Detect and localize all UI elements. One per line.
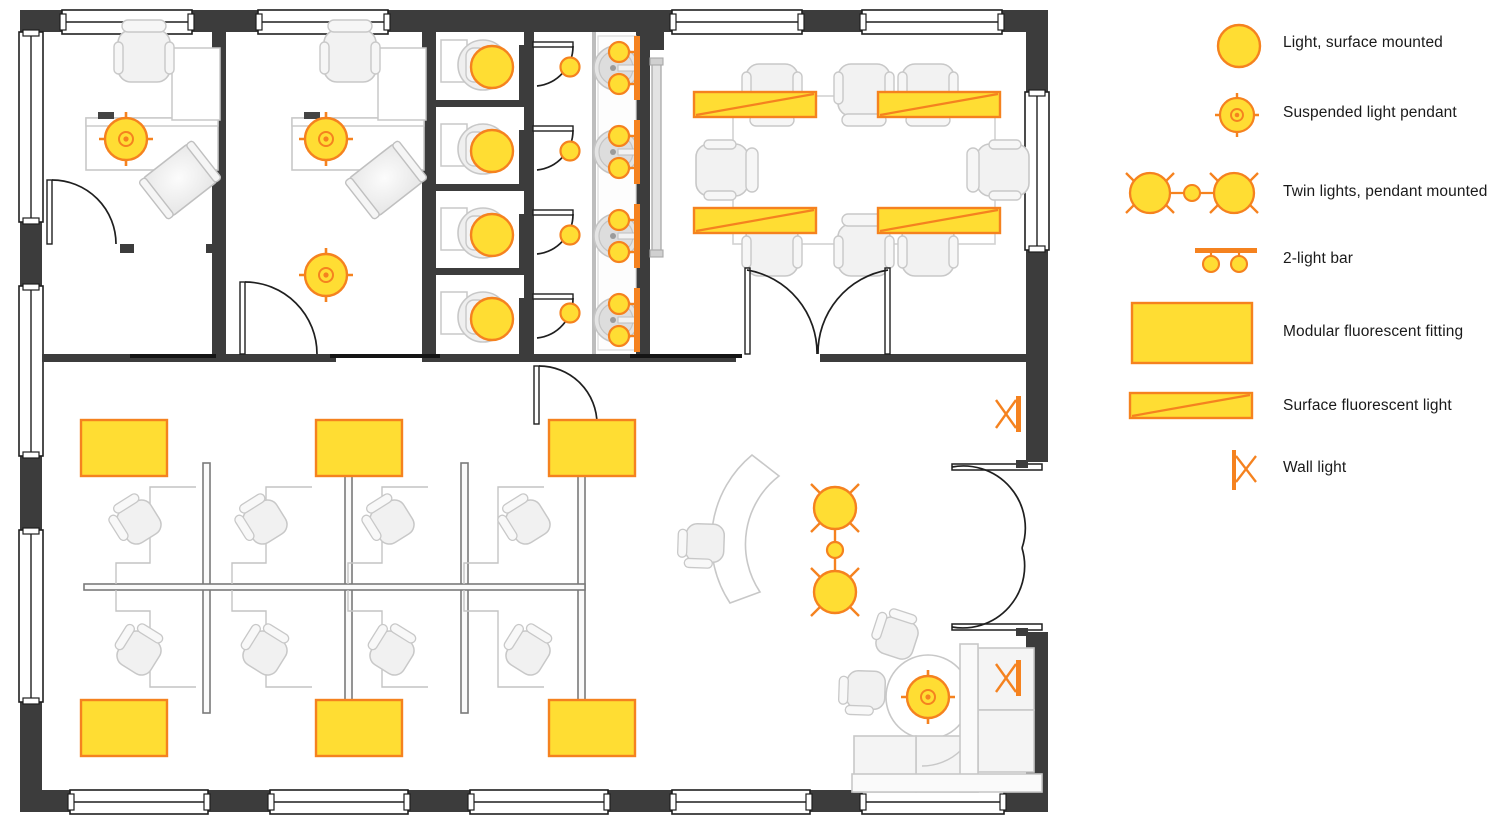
fixture-twin-lights-pendant-mounted (810, 483, 860, 617)
door-office-2 (239, 281, 318, 355)
legend-label-surface-fluorescent: Surface fluorescent light (1283, 397, 1452, 414)
two-light-bar-icon (1190, 240, 1280, 280)
wall-light-icon (1222, 446, 1268, 494)
room-office-2 (239, 19, 428, 355)
legend-label-suspended-pendant: Suspended light pendant (1283, 104, 1457, 121)
floor-plan-page: Light, surface mounted Suspended light p… (0, 0, 1500, 835)
cubicle-partitions (83, 462, 586, 714)
twin-lights-pendant-icon (1118, 160, 1268, 226)
floor-plan-drawing (0, 0, 1080, 835)
legend-label-wall-light: Wall light (1283, 459, 1347, 476)
legend-label-two-light-bar: 2-light bar (1283, 250, 1354, 267)
legend-label-surface-mounted: Light, surface mounted (1283, 34, 1443, 51)
light-surface-mounted-icon (1215, 22, 1263, 70)
legend-item-two-light-bar: 2-light bar (1100, 240, 1500, 280)
door-conference-double (744, 267, 891, 355)
legend-item-wall-light: Wall light (1100, 446, 1500, 494)
modular-fluorescent-fitting-icon (1130, 297, 1260, 369)
door-office-1 (46, 179, 117, 245)
entry-double-door (951, 460, 1050, 636)
legend-item-suspended-pendant: Suspended light pendant (1100, 91, 1500, 137)
legend-item-modular-fitting: Modular fluorescent fitting (1100, 297, 1500, 369)
legend-item-twin-pendant: Twin lights, pendant mounted (1100, 160, 1500, 226)
door-restroom-entry (533, 365, 598, 425)
windows-bottom (67, 789, 1007, 815)
suspended-light-pendant-icon (1207, 91, 1267, 139)
legend-panel: Light, surface mounted Suspended light p… (1100, 0, 1500, 520)
legend-label-twin-pendant: Twin lights, pendant mounted (1283, 183, 1488, 200)
legend-item-surface-fluorescent: Surface fluorescent light (1100, 387, 1500, 425)
surface-fluorescent-light-icon (1128, 387, 1258, 425)
windows-left (18, 29, 44, 705)
legend-item-surface-mounted: Light, surface mounted (1100, 22, 1500, 69)
legend-label-modular-fitting: Modular fluorescent fitting (1283, 323, 1464, 340)
